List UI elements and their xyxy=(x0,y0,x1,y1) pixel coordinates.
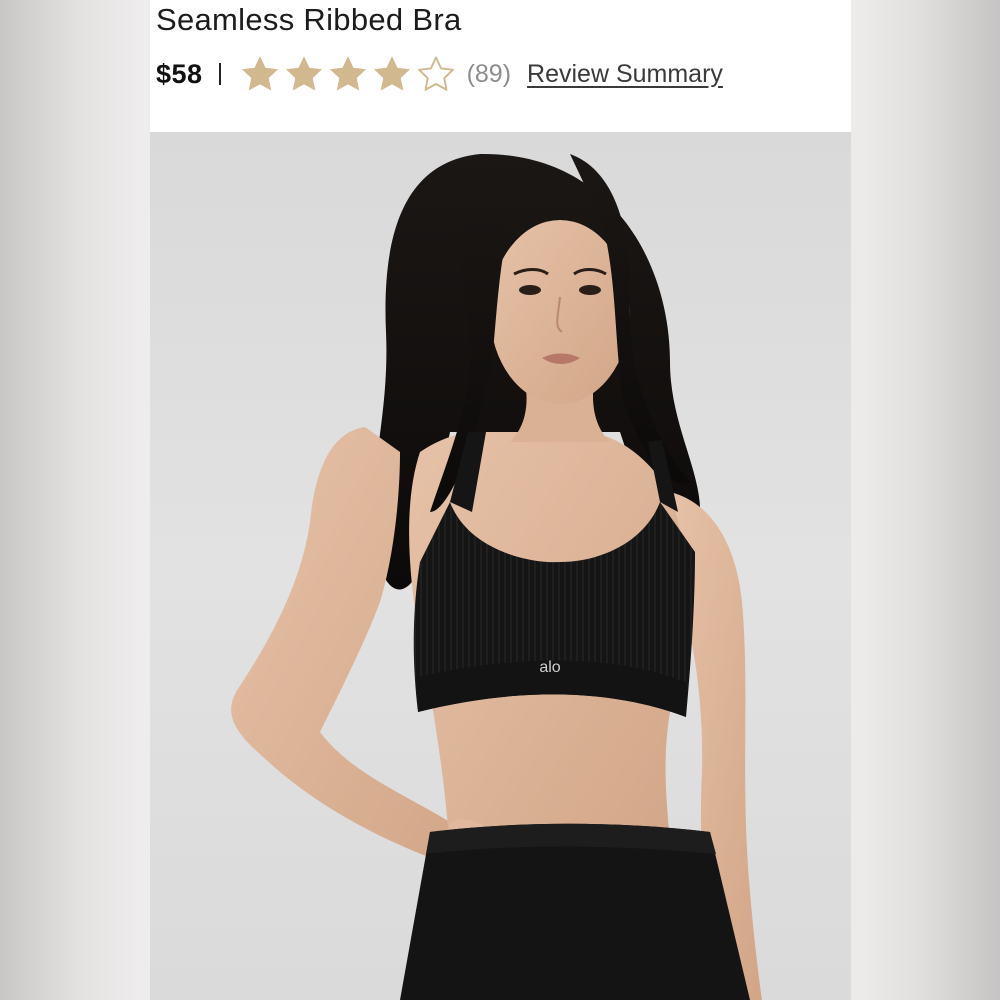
model-illustration: alo xyxy=(231,153,762,1000)
review-summary-link[interactable]: Review Summary xyxy=(527,60,723,89)
product-title: Seamless Ribbed Bra xyxy=(156,2,462,37)
bra-logo: alo xyxy=(539,659,560,676)
price-rating-row: $58 (89) Review Summary xyxy=(156,52,723,96)
product-price: $58 xyxy=(156,58,203,89)
star-icon xyxy=(285,56,322,91)
eye-left xyxy=(519,285,541,295)
star-icon xyxy=(373,56,410,91)
star-outline-icon xyxy=(417,56,454,91)
star-icon xyxy=(329,56,366,91)
eye-right xyxy=(579,285,601,295)
review-count: (89) xyxy=(466,59,512,88)
product-header: Seamless Ribbed Bra $58 (89) Review Summ… xyxy=(150,0,851,132)
star-rating[interactable] xyxy=(239,53,457,95)
product-card: Seamless Ribbed Bra $58 (89) Review Summ… xyxy=(150,0,851,1000)
star-icon xyxy=(241,56,278,91)
price-divider xyxy=(218,63,221,85)
product-photo: alo xyxy=(150,132,851,1000)
screenshot-frame: Seamless Ribbed Bra $58 (89) Review Summ… xyxy=(0,0,1000,1000)
